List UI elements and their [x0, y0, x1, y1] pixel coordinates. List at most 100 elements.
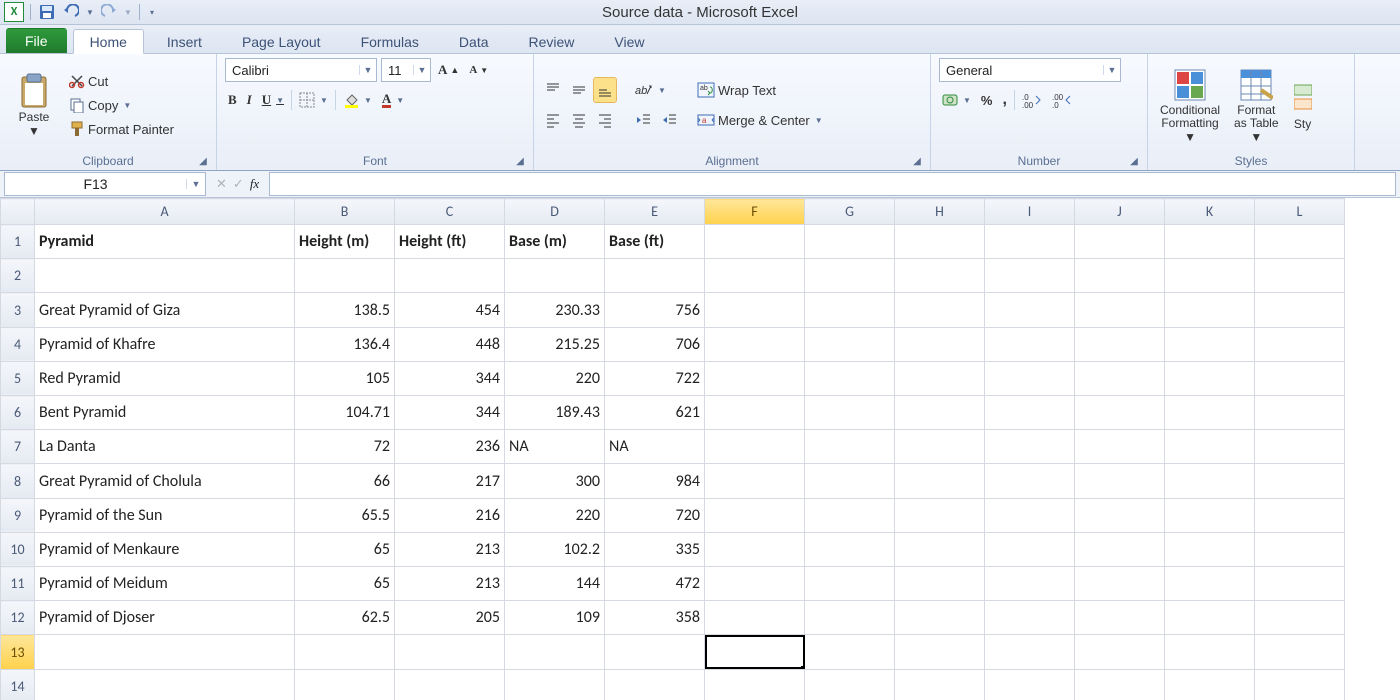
row-header[interactable]: 13 [1, 635, 35, 669]
cell[interactable]: La Danta [35, 430, 295, 464]
cell[interactable] [805, 464, 895, 498]
cell[interactable] [985, 430, 1075, 464]
cell[interactable] [705, 293, 805, 327]
cell[interactable] [985, 464, 1075, 498]
dialog-launcher-icon[interactable]: ◢ [1127, 154, 1141, 168]
redo-menu-button[interactable]: ▼ [123, 2, 133, 22]
cell[interactable] [295, 635, 395, 669]
cell[interactable] [895, 225, 985, 259]
borders-button[interactable]: ▼ [296, 88, 331, 112]
cell[interactable]: Great Pyramid of Giza [35, 293, 295, 327]
cell[interactable] [1165, 635, 1255, 669]
cell[interactable] [985, 498, 1075, 532]
cell[interactable]: 189.43 [505, 396, 605, 430]
cell[interactable]: 144 [505, 567, 605, 601]
cell[interactable] [705, 430, 805, 464]
align-right-button[interactable] [594, 108, 616, 132]
cell[interactable] [1075, 532, 1165, 566]
cell[interactable] [805, 601, 895, 635]
tab-page-layout[interactable]: Page Layout [225, 29, 338, 53]
cell[interactable]: 706 [605, 327, 705, 361]
cell[interactable] [705, 601, 805, 635]
cell[interactable] [505, 669, 605, 700]
column-header[interactable]: L [1255, 199, 1345, 225]
cell[interactable] [1255, 532, 1345, 566]
cell[interactable]: 65 [295, 532, 395, 566]
row-header[interactable]: 10 [1, 532, 35, 566]
cell[interactable] [505, 259, 605, 293]
cell[interactable]: 66 [295, 464, 395, 498]
cell[interactable]: 72 [295, 430, 395, 464]
row-header[interactable]: 2 [1, 259, 35, 293]
cancel-formula-button[interactable]: ✕ [216, 176, 227, 192]
wrap-text-button[interactable]: ab Wrap Text [694, 78, 826, 102]
cell[interactable]: 984 [605, 464, 705, 498]
cell[interactable]: 472 [605, 567, 705, 601]
cell[interactable]: Pyramid of the Sun [35, 498, 295, 532]
cell[interactable] [805, 567, 895, 601]
cell[interactable] [985, 601, 1075, 635]
cell[interactable] [1255, 498, 1345, 532]
underline-button[interactable]: U▼ [259, 88, 287, 112]
cell[interactable] [1075, 259, 1165, 293]
column-header[interactable]: F [705, 199, 805, 225]
cell[interactable]: Bent Pyramid [35, 396, 295, 430]
cell[interactable] [895, 669, 985, 700]
cell[interactable] [1075, 464, 1165, 498]
cell[interactable] [1165, 361, 1255, 395]
insert-function-button[interactable]: fx [250, 176, 259, 192]
qat-customize-button[interactable]: ▾ [146, 2, 158, 22]
font-size-combo[interactable]: 11 ▼ [381, 58, 431, 82]
cell[interactable]: 213 [395, 532, 505, 566]
tab-insert[interactable]: Insert [150, 29, 219, 53]
decrease-indent-button[interactable] [632, 108, 654, 132]
dialog-launcher-icon[interactable]: ◢ [910, 154, 924, 168]
cell[interactable] [35, 635, 295, 669]
cell[interactable] [1075, 601, 1165, 635]
cell[interactable] [1165, 259, 1255, 293]
column-header[interactable]: B [295, 199, 395, 225]
cell[interactable] [35, 259, 295, 293]
row-header[interactable]: 7 [1, 430, 35, 464]
column-header[interactable]: D [505, 199, 605, 225]
row-header[interactable]: 3 [1, 293, 35, 327]
cell[interactable] [705, 567, 805, 601]
cell[interactable] [1165, 669, 1255, 700]
column-header[interactable]: K [1165, 199, 1255, 225]
cell[interactable] [805, 635, 895, 669]
column-header[interactable]: I [985, 199, 1075, 225]
cut-button[interactable]: Cut [66, 69, 177, 93]
cell[interactable] [1075, 669, 1165, 700]
align-center-button[interactable] [568, 108, 590, 132]
cell[interactable] [705, 225, 805, 259]
cell[interactable]: 62.5 [295, 601, 395, 635]
tab-formulas[interactable]: Formulas [344, 29, 436, 53]
align-top-button[interactable] [542, 78, 564, 102]
shrink-font-button[interactable]: A▼ [466, 58, 491, 82]
cell-styles-button[interactable]: Sty [1289, 77, 1317, 133]
cell[interactable]: Height (ft) [395, 225, 505, 259]
fill-color-button[interactable]: ▼ [340, 88, 375, 112]
cell[interactable] [985, 396, 1075, 430]
row-header[interactable]: 11 [1, 567, 35, 601]
row-header[interactable]: 14 [1, 669, 35, 700]
cell[interactable] [985, 567, 1075, 601]
italic-button[interactable]: I [244, 88, 255, 112]
cell[interactable]: 65 [295, 567, 395, 601]
cell[interactable] [1255, 567, 1345, 601]
cell[interactable] [895, 464, 985, 498]
cell[interactable] [1255, 464, 1345, 498]
cell[interactable] [1075, 635, 1165, 669]
cell[interactable] [985, 225, 1075, 259]
cell[interactable]: 756 [605, 293, 705, 327]
bold-button[interactable]: B [225, 88, 240, 112]
cell[interactable] [895, 259, 985, 293]
cell[interactable]: 300 [505, 464, 605, 498]
cell[interactable]: 213 [395, 567, 505, 601]
cell[interactable] [505, 635, 605, 669]
cell[interactable] [35, 669, 295, 700]
cell[interactable] [1255, 430, 1345, 464]
font-name-combo[interactable]: Calibri ▼ [225, 58, 377, 82]
column-header[interactable]: C [395, 199, 505, 225]
cell[interactable] [985, 532, 1075, 566]
